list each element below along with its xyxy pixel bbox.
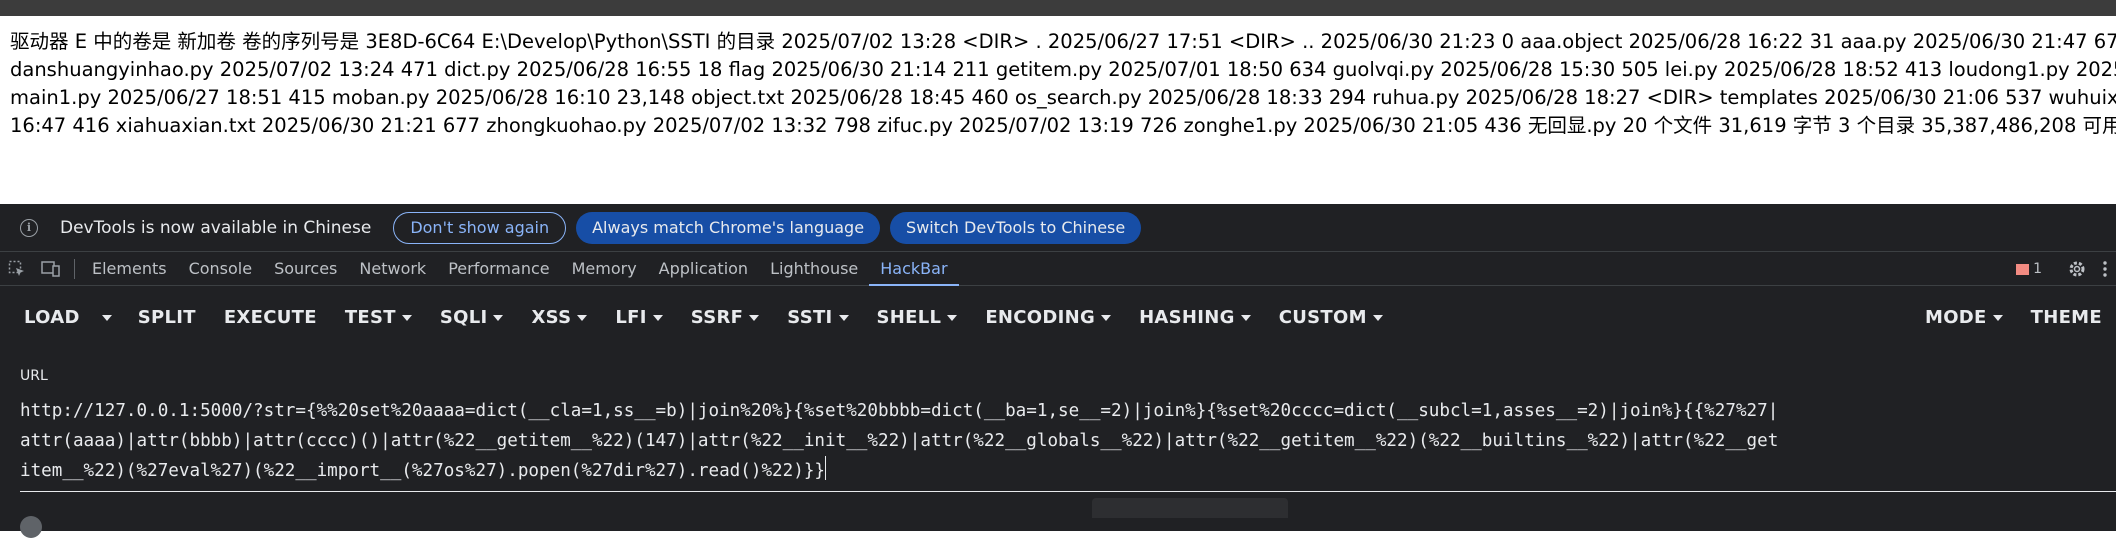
custom-label: CUSTOM — [1278, 306, 1367, 328]
issue-flag-icon — [2016, 263, 2030, 275]
more-options-icon[interactable] — [2094, 260, 2116, 278]
xss-label: XSS — [531, 306, 572, 328]
ssti-label: SSTI — [787, 306, 833, 328]
output-line: 驱动器 E 中的卷是 新加卷 卷的序列号是 3E8D-6C64 E:\Devel… — [10, 30, 2116, 53]
lfi-menu[interactable]: LFI — [601, 307, 676, 328]
sqli-menu[interactable]: SQLI — [426, 307, 518, 328]
split-button[interactable]: SPLIT — [124, 307, 210, 328]
device-toolbar-icon[interactable] — [34, 252, 68, 286]
chevron-down-icon — [947, 314, 958, 321]
issues-badge[interactable]: 1 — [2016, 261, 2042, 277]
chevron-down-icon — [1101, 314, 1112, 321]
tab-application[interactable]: Application — [648, 252, 759, 286]
theme-menu[interactable]: THEME — [2017, 307, 2116, 328]
xss-menu[interactable]: XSS — [517, 307, 601, 328]
sqli-label: SQLI — [439, 306, 488, 328]
test-menu[interactable]: TEST — [331, 307, 426, 328]
chevron-down-icon — [1372, 314, 1383, 321]
chevron-down-icon — [1992, 314, 2003, 321]
tab-lighthouse[interactable]: Lighthouse — [759, 252, 869, 286]
url-text: http://127.0.0.1:5000/?str={%%20set%20aa… — [20, 401, 1779, 481]
url-panel: URL http://127.0.0.1:5000/?str={%%20set%… — [0, 348, 2116, 538]
tab-sources[interactable]: Sources — [263, 252, 348, 286]
tab-hackbar[interactable]: HackBar — [869, 252, 959, 287]
url-input-underline — [20, 491, 2116, 492]
execute-button[interactable]: EXECUTE — [210, 307, 331, 328]
info-icon: i — [20, 218, 38, 237]
url-label: URL — [20, 368, 48, 384]
url-input[interactable]: http://127.0.0.1:5000/?str={%%20set%20aa… — [20, 396, 1780, 486]
chevron-down-icon — [838, 314, 849, 321]
mode-menu[interactable]: MODE — [1911, 307, 2017, 328]
test-label: TEST — [344, 306, 396, 328]
chevron-down-icon — [577, 314, 588, 321]
tab-performance[interactable]: Performance — [437, 252, 560, 286]
hackbar-menu: LOAD SPLIT EXECUTE TEST SQLI XSS LFI SSR… — [0, 286, 2116, 348]
chevron-down-icon — [401, 314, 412, 321]
infobar-message: DevTools is now available in Chinese — [60, 217, 372, 238]
ssrf-menu[interactable]: SSRF — [677, 307, 773, 328]
shell-menu[interactable]: SHELL — [863, 307, 972, 328]
toolbar-right: 1 — [2016, 252, 2116, 286]
output-line: 16:47 416 xiahuaxian.txt 2025/06/30 21:2… — [10, 114, 2116, 137]
mode-label: MODE — [1924, 306, 1987, 328]
toolbar-divider — [74, 258, 75, 279]
ssrf-label: SSRF — [690, 306, 744, 328]
load-dropdown-button[interactable] — [92, 307, 124, 328]
chevron-down-icon — [652, 314, 663, 321]
switch-to-chinese-button[interactable]: Switch DevTools to Chinese — [890, 211, 1142, 244]
chevron-down-icon — [749, 314, 760, 321]
tab-memory[interactable]: Memory — [561, 252, 648, 286]
devtools-tabbar: Elements Console Sources Network Perform… — [0, 252, 2116, 287]
output-line: main1.py 2025/06/27 18:51 415 moban.py 2… — [10, 86, 2116, 109]
page-output: 驱动器 E 中的卷是 新加卷 卷的序列号是 3E8D-6C64 E:\Devel… — [0, 16, 2116, 204]
output-line: danshuangyinhao.py 2025/07/02 13:24 471 … — [10, 58, 2116, 81]
load-button[interactable]: LOAD — [0, 307, 92, 328]
inspect-element-icon[interactable] — [0, 252, 34, 286]
ssti-menu[interactable]: SSTI — [773, 307, 862, 328]
chevron-down-icon — [493, 314, 504, 321]
tab-network[interactable]: Network — [348, 252, 437, 286]
language-infobar: i DevTools is now available in Chinese D… — [0, 204, 2116, 252]
hashing-label: HASHING — [1139, 306, 1235, 328]
tab-console[interactable]: Console — [178, 252, 264, 286]
chevron-down-icon — [1240, 314, 1251, 321]
dont-show-again-button[interactable]: Don't show again — [393, 211, 567, 244]
gear-icon[interactable] — [2060, 259, 2094, 279]
encoding-menu[interactable]: ENCODING — [971, 307, 1125, 328]
toggle-icon[interactable] — [20, 516, 42, 538]
hackbar-menu-right: MODE THEME — [1911, 286, 2116, 348]
custom-menu[interactable]: CUSTOM — [1265, 307, 1397, 328]
browser-top-strip — [0, 0, 2116, 16]
encoding-label: ENCODING — [985, 306, 1096, 328]
tab-elements[interactable]: Elements — [81, 252, 178, 286]
text-cursor — [825, 456, 827, 480]
always-match-language-button[interactable]: Always match Chrome's language — [576, 211, 881, 244]
chevron-down-icon — [101, 314, 112, 321]
shell-label: SHELL — [876, 306, 942, 328]
lfi-label: LFI — [615, 306, 647, 328]
issues-count: 1 — [2033, 261, 2042, 277]
hashing-menu[interactable]: HASHING — [1125, 307, 1265, 328]
devtools-panel: i DevTools is now available in Chinese D… — [0, 204, 2116, 538]
collapsed-panel-tab[interactable] — [1092, 498, 1288, 518]
